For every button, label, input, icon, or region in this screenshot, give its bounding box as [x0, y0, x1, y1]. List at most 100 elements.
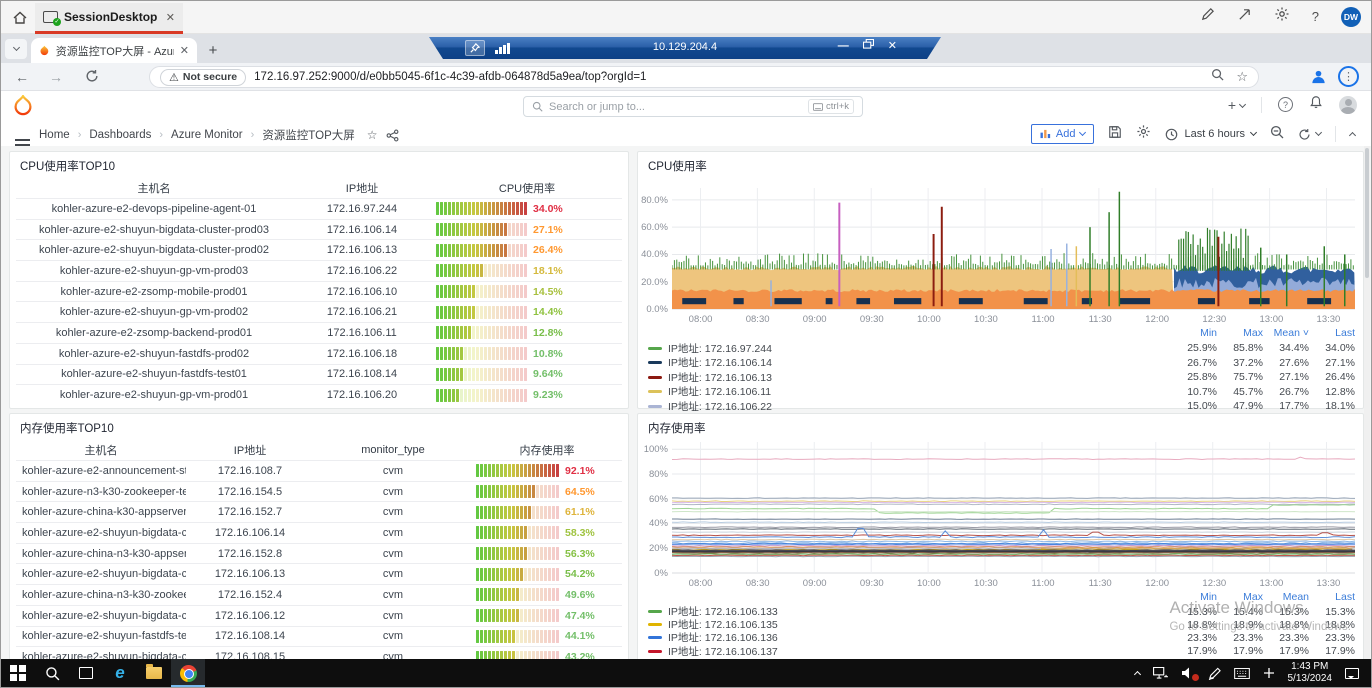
column-header[interactable]: IP地址 — [186, 442, 314, 458]
column-header[interactable]: IP地址 — [292, 180, 432, 196]
legend-row[interactable]: IP地址: 172.16.106.2215.0%47.9%17.7%18.1% — [648, 399, 1355, 414]
chrome-toolbar: ← → ⚠Not secure 172.16.97.252:9000/d/e0b… — [1, 63, 1371, 91]
rdp-connection-bar[interactable]: 10.129.204.4 — ✕ — [429, 37, 941, 59]
bookmark-star-icon[interactable]: ☆ — [1236, 69, 1248, 85]
rdp-pin-icon[interactable] — [465, 40, 485, 56]
legend-column-header[interactable]: Min — [1171, 327, 1217, 339]
legend-series-name[interactable]: IP地址: 172.16.106.22 — [668, 399, 1171, 414]
settings-gear-icon[interactable] — [1274, 6, 1290, 27]
column-header[interactable]: 内存使用率 — [472, 442, 622, 458]
browser-tab[interactable]: 资源监控TOP大屏 - Azure Moni ✕ — [31, 38, 197, 63]
legend-series-name[interactable]: IP地址: 172.16.106.13 — [668, 370, 1171, 385]
legend-column-header[interactable]: Last — [1309, 591, 1355, 603]
refresh-button[interactable] — [1298, 128, 1321, 141]
alert-bell-icon[interactable] — [1309, 95, 1323, 114]
dashboard-settings-icon[interactable] — [1136, 124, 1151, 144]
forward-icon[interactable]: → — [49, 69, 63, 85]
profile-icon[interactable] — [1310, 68, 1327, 90]
zoom-out-icon[interactable] — [1270, 125, 1284, 144]
legend-series-name[interactable]: IP地址: 172.16.106.11 — [668, 384, 1171, 399]
add-menu-icon[interactable]: + — [1228, 97, 1245, 113]
favorite-star-icon[interactable]: ☆ — [367, 128, 378, 142]
browser-menu-icon[interactable]: ⋮ — [1338, 66, 1359, 87]
rdp-close-button[interactable]: ✕ — [888, 39, 897, 52]
scrollbar[interactable] — [1364, 146, 1370, 661]
plot-area[interactable] — [672, 188, 1355, 310]
column-header[interactable]: monitor_type — [314, 444, 472, 456]
file-explorer-icon[interactable] — [137, 659, 171, 687]
breadcrumb-item[interactable]: Azure Monitor — [171, 129, 243, 141]
legend-column-header[interactable]: Max — [1217, 327, 1263, 339]
legend-column-header[interactable]: Last — [1309, 327, 1355, 339]
breadcrumb-item[interactable]: Dashboards — [89, 129, 151, 141]
tab-search-chevron-icon[interactable] — [5, 39, 27, 59]
legend-row[interactable]: IP地址: 172.16.106.1110.7%45.7%26.7%12.8% — [648, 385, 1355, 400]
legend-column-header[interactable]: Mean ˅ — [1263, 327, 1309, 339]
task-view-icon[interactable] — [69, 659, 103, 687]
mem-top10-panel[interactable]: 内存使用率TOP10 主机名IP地址monitor_type内存使用率kohle… — [9, 413, 629, 661]
column-header[interactable]: CPU使用率 — [432, 180, 622, 196]
legend-column-header[interactable]: Mean — [1263, 591, 1309, 603]
volume-muted-icon[interactable] — [1181, 667, 1195, 679]
legend-row[interactable]: IP地址: 172.16.106.13315.3%15.4%15.3%15.3% — [648, 605, 1355, 618]
column-header[interactable]: 主机名 — [16, 442, 186, 458]
grafana-avatar[interactable] — [1339, 96, 1357, 114]
legend-row[interactable]: IP地址: 172.16.106.1325.8%75.7%27.1%26.4% — [648, 370, 1355, 385]
chrome-taskbar-icon[interactable] — [171, 659, 205, 687]
url-text[interactable]: 172.16.97.252:9000/d/e0bb5045-6f1c-4c39-… — [254, 71, 646, 83]
rdp-minimize-button[interactable]: — — [838, 40, 849, 52]
pen-icon[interactable] — [1200, 7, 1215, 27]
windows-ink-icon[interactable] — [1208, 667, 1221, 680]
new-tab-button[interactable]: + — [205, 43, 221, 59]
tray-chevron-icon[interactable] — [1135, 669, 1140, 677]
legend-series-name[interactable]: IP地址: 172.16.97.244 — [668, 341, 1171, 356]
start-button[interactable] — [1, 659, 35, 687]
grafana-logo[interactable] — [13, 95, 33, 121]
legend-row[interactable]: IP地址: 172.16.106.13717.9%17.9%17.9%17.9% — [648, 645, 1355, 658]
help-icon[interactable]: ? — [1312, 9, 1319, 24]
mem-usage-chart-panel[interactable]: 内存使用率 0%20%40%60%80%100%08:0008:3009:000… — [637, 413, 1364, 661]
share-icon[interactable] — [386, 129, 399, 142]
time-range-picker[interactable]: Last 6 hours — [1165, 128, 1256, 141]
cpu-top10-panel[interactable]: CPU使用率TOP10 主机名IP地址CPU使用率kohler-azure-e2… — [9, 151, 629, 409]
network-icon[interactable] — [1153, 667, 1168, 679]
home-icon[interactable] — [9, 7, 31, 29]
not-secure-chip[interactable]: ⚠Not secure — [160, 69, 246, 86]
legend-column-header[interactable]: Min — [1171, 591, 1217, 603]
legend-series-name[interactable]: IP地址: 172.16.106.14 — [668, 355, 1171, 370]
add-button[interactable]: Add — [1031, 124, 1095, 144]
legend-row[interactable]: IP地址: 172.16.106.1426.7%37.2%27.6%27.1% — [648, 356, 1355, 371]
breadcrumb-item[interactable]: Home — [39, 129, 70, 141]
taskbar-search-icon[interactable] — [35, 659, 69, 687]
zoom-icon[interactable] — [1211, 68, 1224, 86]
grafana-search-input[interactable]: Search or jump to... ctrl+k — [523, 96, 863, 117]
internet-explorer-icon[interactable]: e — [103, 659, 137, 687]
ip-address: 172.16.108.14 — [186, 630, 314, 642]
help-circle-icon[interactable]: ? — [1278, 97, 1293, 112]
legend-row[interactable]: IP地址: 172.16.106.13623.3%23.3%23.3%23.3% — [648, 631, 1355, 644]
plot-area[interactable] — [672, 442, 1355, 574]
legend-row[interactable]: IP地址: 172.16.97.24425.9%85.8%34.4%34.0% — [648, 341, 1355, 356]
collapse-toolbar-icon[interactable] — [1350, 125, 1355, 143]
session-desktop-tab[interactable]: ✓ SessionDesktop ✕ — [35, 3, 183, 34]
tray-plus-icon[interactable] — [1263, 667, 1275, 679]
address-bar[interactable]: ⚠Not secure 172.16.97.252:9000/d/e0bb504… — [149, 66, 1259, 88]
monitor-type: cvm — [314, 630, 472, 642]
browser-tab-close-icon[interactable]: ✕ — [180, 44, 189, 57]
legend-column-header[interactable]: Max — [1217, 591, 1263, 603]
session-tab-close-icon[interactable]: ✕ — [166, 11, 175, 24]
taskbar-clock[interactable]: 1:43 PM5/13/2024 — [1288, 661, 1333, 685]
touch-keyboard-icon[interactable] — [1234, 668, 1250, 679]
column-header[interactable]: 主机名 — [16, 180, 292, 196]
host-name: kohler-azure-e2-devops-pipeline-agent-01 — [16, 203, 292, 215]
rdp-restore-button[interactable] — [863, 39, 874, 52]
cpu-usage-chart-panel[interactable]: CPU使用率 0.0%20.0%40.0%60.0%80.0%08:0008:3… — [637, 151, 1364, 409]
expand-icon[interactable] — [1237, 7, 1252, 27]
save-dashboard-icon[interactable] — [1108, 125, 1122, 144]
legend-row[interactable]: IP地址: 172.16.106.13518.8%18.9%18.8%18.8% — [648, 618, 1355, 631]
breadcrumb-item[interactable]: 资源监控TOP大屏 — [262, 127, 354, 143]
user-avatar[interactable]: DW — [1341, 7, 1361, 27]
reload-icon[interactable] — [85, 69, 99, 88]
action-center-icon[interactable] — [1345, 668, 1359, 679]
back-icon[interactable]: ← — [15, 69, 29, 85]
